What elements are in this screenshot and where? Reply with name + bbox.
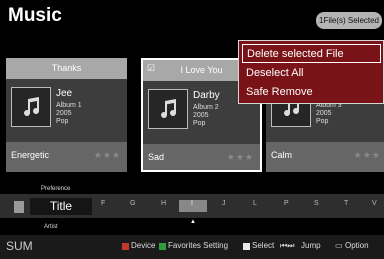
selected-count-badge: 1File(s) Selected [316, 12, 382, 29]
jump-letter-selected[interactable]: I [191, 200, 193, 207]
jump-letter[interactable]: P [284, 200, 289, 207]
sort-mode-button[interactable]: Title [30, 198, 92, 215]
jump-letter[interactable]: L [253, 200, 257, 207]
favorites-setting-label[interactable]: Favorites Setting [168, 241, 228, 250]
card-meta: Album 2 2005 Pop [193, 104, 219, 127]
sort-next-label: Artist [44, 224, 58, 230]
card-stars: ★★★ [93, 150, 121, 160]
tools-icon: ▭ [335, 241, 343, 250]
green-key-icon [159, 243, 166, 250]
card-meta: Album 1 2005 Pop [56, 102, 82, 125]
menu-item-delete-selected[interactable]: Delete selected File [242, 44, 381, 63]
music-screen: Music 1File(s) Selected Thanks Jee Album… [0, 0, 384, 259]
select-key-label[interactable]: Select [252, 241, 274, 250]
jump-letter[interactable]: H [161, 200, 166, 207]
card-mood: Calm [271, 150, 293, 160]
enter-key-icon [243, 243, 250, 250]
jump-letter[interactable]: T [344, 200, 348, 207]
card-meta: Album 3 2005 Pop [316, 102, 342, 125]
jump-letter[interactable]: S [314, 200, 319, 207]
sort-indicator [14, 201, 24, 213]
menu-item-deselect-all[interactable]: Deselect All [242, 64, 381, 83]
page-title: Music [8, 5, 62, 26]
card-mood: Energetic [11, 150, 50, 160]
jump-letter[interactable]: G [130, 200, 135, 207]
context-menu: Delete selected File Deselect All Safe R… [238, 40, 384, 104]
jump-letter[interactable]: J [222, 200, 226, 207]
device-key-label[interactable]: Device [131, 241, 155, 250]
card-artist: Darby [193, 90, 220, 101]
music-note-icon [148, 89, 188, 129]
card-artist: Jee [56, 88, 73, 99]
music-card-1[interactable]: Thanks Jee Album 1 2005 Pop Energetic ★★★ [6, 58, 127, 172]
pointer-up-icon: ▲ [190, 219, 196, 225]
option-key-label[interactable]: Option [345, 241, 369, 250]
jump-key-icon: ⏮⏭ [280, 241, 295, 250]
jump-key-label[interactable]: Jump [301, 241, 321, 250]
menu-item-safe-remove[interactable]: Safe Remove [242, 83, 381, 102]
jump-letter[interactable]: V [372, 200, 377, 207]
sort-prev-label: Preference [41, 186, 71, 192]
music-note-icon [11, 87, 51, 127]
card-title: Thanks [6, 58, 127, 79]
checkbox-icon: ☑ [147, 63, 156, 73]
jump-letter[interactable]: F [101, 200, 105, 207]
card-mood: Sad [148, 152, 165, 162]
card-stars: ★★★ [226, 152, 254, 162]
letter-highlight [179, 200, 207, 212]
card-stars: ★★★ [353, 150, 381, 160]
red-key-icon [122, 243, 129, 250]
sum-label: SUM [6, 239, 33, 253]
